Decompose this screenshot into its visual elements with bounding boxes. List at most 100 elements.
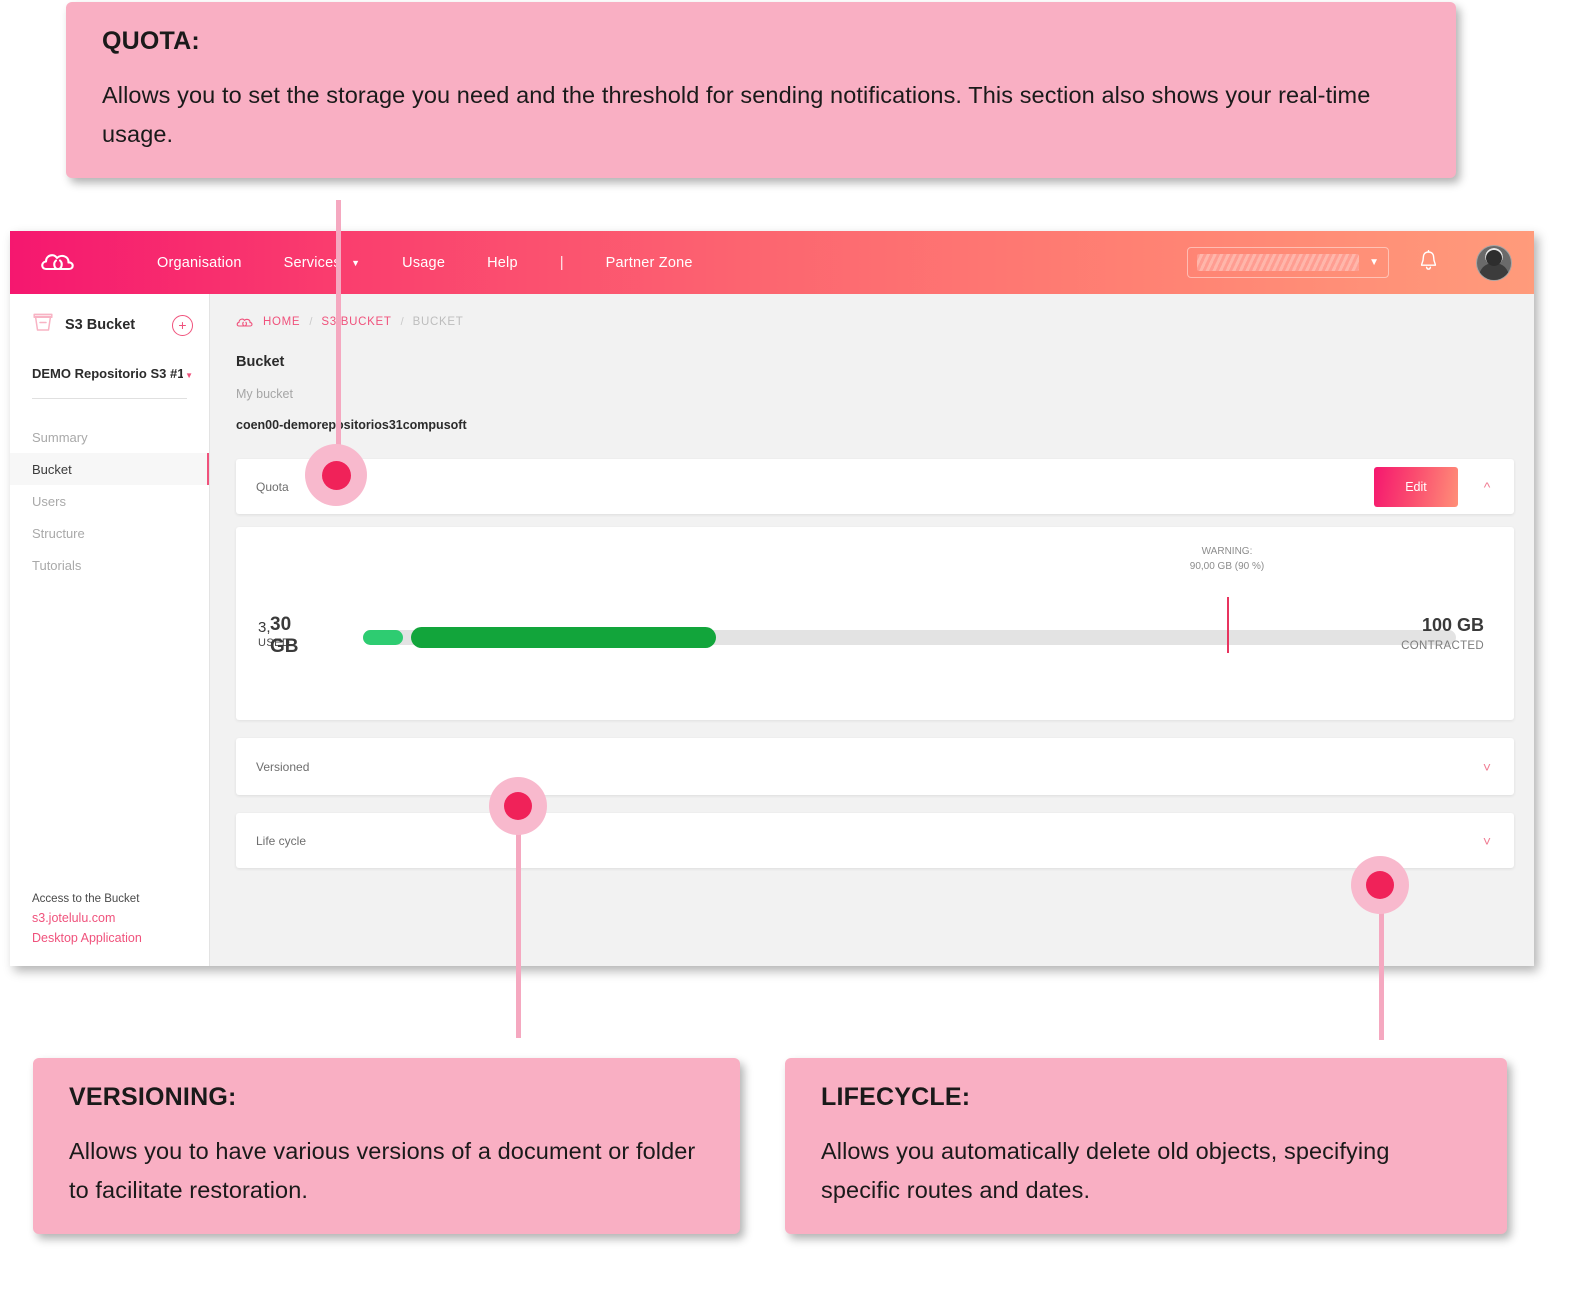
avatar[interactable]: [1476, 244, 1512, 281]
edit-quota-button[interactable]: Edit: [1374, 466, 1458, 507]
nav-link-services[interactable]: Services ▼: [284, 255, 361, 271]
application-window: Organisation Services ▼ Usage Help | Par…: [10, 231, 1534, 966]
cloud-logo-icon[interactable]: [40, 251, 82, 275]
breadcrumb-item-bucket: BUCKET: [412, 316, 464, 328]
annotation-dot-core: [321, 460, 351, 490]
chevron-down-icon[interactable]: ˅: [1478, 759, 1496, 775]
repository-select-label: DEMO Repositorio S3 #1 C...: [32, 366, 184, 381]
bell-icon[interactable]: [1419, 249, 1438, 276]
quota-warning-value: 90,00 GB (90 %): [1189, 560, 1265, 572]
add-bucket-button[interactable]: +: [172, 314, 193, 336]
chevron-down-icon: ▼: [351, 257, 361, 268]
sidebar-item-tutorials-label: Tutorials: [32, 557, 82, 573]
callout-lifecycle-title: LIFECYCLE:: [821, 1083, 971, 1111]
annotation-dot-lifecycle: [1351, 856, 1409, 914]
main-content: HOME / S3 BUCKET / BUCKET Bucket My buck…: [210, 294, 1534, 966]
breadcrumb-separator: /: [309, 316, 313, 328]
nav-link-services-label: Services: [283, 254, 341, 271]
nav-link-help[interactable]: Help: [487, 255, 518, 271]
quota-warning-label: WARNING: 90,00 GB (90 %): [1190, 545, 1264, 574]
callout-versioning: VERSIONING: Allows you to have various v…: [33, 1058, 740, 1235]
quota-used-big: 30 GB: [270, 614, 299, 658]
sidebar-item-users-label: Users: [32, 493, 66, 509]
callout-versioning-title: VERSIONING:: [69, 1083, 237, 1111]
annotation-dot-core: [504, 792, 532, 820]
quota-contracted-label: CONTRACTED: [1401, 640, 1484, 652]
chevron-down-icon: ▼: [185, 371, 193, 380]
quota-contracted-value: 100 GB: [1421, 615, 1484, 635]
sidebar-item-users[interactable]: Users: [10, 485, 209, 517]
annotation-dot-quota: [305, 444, 367, 506]
nav-link-usage-label: Usage: [402, 254, 446, 271]
quota-used-label: 3, USED 30 GB: [258, 614, 348, 664]
page-root: Organisation Services ▼ Usage Help | Par…: [0, 0, 1571, 1292]
repository-select[interactable]: DEMO Repositorio S3 #1 C... ▼: [32, 366, 193, 381]
chevron-down-icon: ▼: [1369, 257, 1379, 268]
top-navigation-bar: Organisation Services ▼ Usage Help | Par…: [10, 231, 1534, 294]
quota-progress-segment-reserved: [363, 630, 403, 645]
quota-progress-track: [363, 627, 1456, 648]
panel-lifecycle-label: Life cycle: [256, 833, 307, 848]
sidebar-item-structure-label: Structure: [32, 525, 85, 541]
nav-link-usage[interactable]: Usage: [402, 255, 445, 271]
sidebar-footer: Access to the Bucket s3.jotelulu.com Des…: [32, 891, 142, 948]
cloud-home-icon[interactable]: [236, 317, 254, 328]
quota-progress-segment-used: [411, 627, 716, 648]
quota-used-value: 3,: [258, 619, 271, 636]
sidebar-menu: Summary Bucket Users Structure Tutorials: [10, 421, 209, 581]
breadcrumb: HOME / S3 BUCKET / BUCKET: [236, 316, 1514, 328]
panel-versioned-header[interactable]: Versioned ˅: [236, 738, 1514, 795]
breadcrumb-item-s3-bucket[interactable]: S3 BUCKET: [321, 316, 391, 328]
sidebar-item-summary[interactable]: Summary: [10, 421, 209, 453]
connector-line-versioning: [516, 806, 521, 1038]
sidebar-item-bucket-label: Bucket: [32, 461, 72, 477]
sidebar: S3 Bucket + DEMO Repositorio S3 #1 C... …: [10, 294, 210, 966]
sidebar-divider: [32, 398, 187, 399]
quota-usage-chart: 3, USED 30 GB WARNING: 90,00 GB (90 %) 1…: [236, 527, 1514, 720]
page-title: Bucket: [236, 354, 285, 370]
callout-lifecycle: LIFECYCLE: Allows you automatically dele…: [785, 1058, 1507, 1235]
callout-quota-body: Allows you to set the storage you need a…: [102, 81, 1371, 147]
breadcrumb-item-home[interactable]: HOME: [263, 316, 300, 328]
quota-warning-marker: [1227, 597, 1229, 653]
nav-link-organisation[interactable]: Organisation: [157, 255, 242, 271]
quota-used-display-value: 30: [270, 614, 292, 635]
sidebar-item-tutorials[interactable]: Tutorials: [10, 549, 209, 581]
bucket-name: coen00-demorepositorios31compusoft: [236, 418, 467, 432]
organisation-select-value: [1197, 254, 1360, 271]
connector-line-quota: [336, 200, 341, 480]
breadcrumb-separator: /: [400, 316, 404, 328]
sidebar-item-bucket[interactable]: Bucket: [10, 453, 209, 485]
sidebar-link-s3-url[interactable]: s3.jotelulu.com: [32, 909, 142, 928]
callout-versioning-body: Allows you to have various versions of a…: [69, 1137, 696, 1203]
nav-separator: |: [559, 254, 564, 271]
sidebar-link-desktop-application[interactable]: Desktop Application: [32, 929, 142, 948]
callout-lifecycle-body: Allows you automatically delete old obje…: [821, 1137, 1390, 1203]
callout-quota-title: QUOTA:: [102, 27, 200, 55]
sidebar-footer-title: Access to the Bucket: [32, 893, 140, 906]
nav-link-help-label: Help: [487, 254, 518, 271]
annotation-dot-core: [1366, 871, 1394, 899]
bucket-icon: [32, 312, 54, 338]
sidebar-item-summary-label: Summary: [32, 429, 88, 445]
app-body: S3 Bucket + DEMO Repositorio S3 #1 C... …: [10, 294, 1534, 966]
annotation-dot-versioning: [489, 777, 547, 835]
quota-contracted-block: 100 GB CONTRACTED: [1401, 615, 1484, 652]
panel-lifecycle-header[interactable]: Life cycle ˅: [236, 813, 1514, 868]
panel-quota-header[interactable]: Quota Edit ^: [236, 459, 1514, 514]
chevron-up-icon[interactable]: ^: [1478, 479, 1496, 495]
nav-links: Organisation Services ▼ Usage Help | Par…: [157, 254, 735, 271]
page-subtitle: My bucket: [236, 387, 293, 401]
quota-warning-title: WARNING:: [1201, 546, 1253, 557]
sidebar-item-structure[interactable]: Structure: [10, 517, 209, 549]
callout-quota: QUOTA: Allows you to set the storage you…: [66, 2, 1456, 179]
organisation-select[interactable]: ▼: [1187, 247, 1389, 278]
quota-used-display-unit: GB: [270, 635, 299, 657]
nav-link-organisation-label: Organisation: [157, 254, 242, 271]
chevron-down-icon[interactable]: ˅: [1478, 833, 1496, 849]
nav-link-partner-zone[interactable]: Partner Zone: [606, 255, 693, 271]
sidebar-header: S3 Bucket +: [10, 294, 209, 338]
nav-right-group: ▼: [1187, 231, 1512, 294]
panel-versioned-label: Versioned: [256, 759, 310, 774]
panel-quota-label: Quota: [256, 479, 289, 494]
